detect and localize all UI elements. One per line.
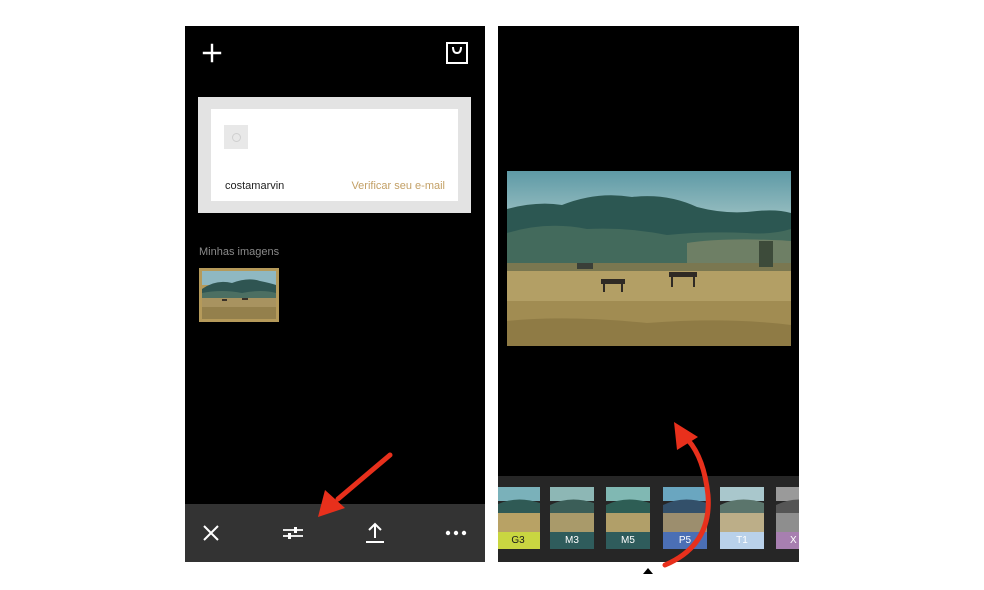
username: costamarvin: [225, 180, 285, 192]
landscape-photo: [507, 171, 791, 346]
shopping-bag-icon[interactable]: [444, 40, 470, 66]
filter-label: M5: [606, 532, 650, 549]
filter-thumbnail: [550, 487, 594, 532]
avatar-icon: [231, 132, 241, 142]
filter-preset-m3[interactable]: M3: [550, 487, 594, 549]
filter-preset-strip: G3 M3 M5 P5 T1 X: [498, 476, 799, 562]
profile-card-body: costamarvin Verificar seu e-mail: [211, 109, 458, 201]
sliders-icon: [283, 527, 303, 539]
screenshot-canvas: costamarvin Verificar seu e-mail Minhas …: [0, 0, 984, 590]
add-icon[interactable]: [199, 40, 225, 66]
selected-filter-indicator: [643, 568, 653, 574]
close-icon: [203, 525, 219, 541]
close-button[interactable]: [191, 504, 231, 562]
filter-label: M3: [550, 532, 594, 549]
bottom-toolbar: [185, 504, 485, 562]
filter-preset-p5[interactable]: P5: [663, 487, 707, 549]
profile-card: costamarvin Verificar seu e-mail: [198, 97, 471, 213]
filter-preset-t1[interactable]: T1: [720, 487, 764, 549]
filter-preset-x[interactable]: X: [776, 487, 799, 549]
more-horizontal-icon: [445, 530, 467, 536]
edit-preview-image[interactable]: [507, 171, 791, 346]
thumbnail-photo: [202, 271, 276, 319]
filter-preset-m5[interactable]: M5: [606, 487, 650, 549]
filter-preset-g3[interactable]: G3: [498, 487, 540, 549]
adjust-button[interactable]: [273, 504, 313, 562]
filter-thumbnail: [663, 487, 707, 532]
filter-label: T1: [720, 532, 764, 549]
filter-thumbnail: [720, 487, 764, 532]
filter-label: G3: [498, 532, 540, 549]
annotation-layer: [318, 422, 711, 568]
upload-icon: [366, 522, 384, 543]
image-thumbnail[interactable]: [199, 268, 279, 322]
editor-screen: G3 M3 M5 P5 T1 X: [498, 26, 799, 562]
my-images-heading: Minhas imagens: [199, 246, 280, 258]
filter-label: X: [776, 532, 799, 549]
filter-thumbnail: [776, 487, 799, 532]
export-button[interactable]: [355, 504, 395, 562]
filter-thumbnail: [606, 487, 650, 532]
verify-email-link[interactable]: Verificar seu e-mail: [351, 180, 445, 192]
filter-thumbnail: [498, 487, 540, 532]
more-button[interactable]: [436, 504, 476, 562]
avatar-placeholder[interactable]: [224, 125, 248, 149]
filter-label: P5: [663, 532, 707, 549]
profile-screen: costamarvin Verificar seu e-mail Minhas …: [185, 26, 485, 562]
